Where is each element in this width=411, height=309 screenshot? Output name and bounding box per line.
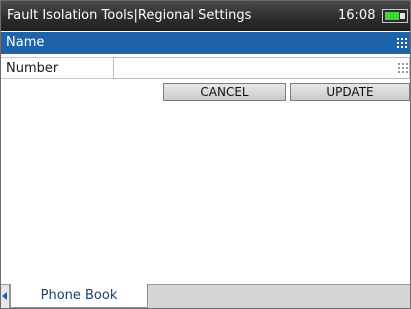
number-label: Number [6,61,59,76]
keyboard-icon[interactable] [397,38,407,48]
name-label: Name [6,35,45,50]
window-title: Fault Isolation Tools|Regional Settings [7,8,252,23]
arrow-left-icon [2,292,7,300]
tab-scroll-left-button[interactable] [1,285,10,308]
tab-phone-book[interactable]: Phone Book [10,284,148,308]
tab-label: Phone Book [40,288,118,303]
keyboard-icon[interactable] [398,63,408,73]
battery-level [385,12,399,20]
battery-cap [400,13,405,19]
number-field[interactable] [113,57,410,79]
update-button[interactable]: UPDATE [290,83,410,101]
title-bar: Fault Isolation Tools|Regional Settings … [1,1,410,31]
cancel-button[interactable]: CANCEL [163,83,286,101]
clock: 16:08 [338,8,376,23]
number-row[interactable]: Number [1,57,410,79]
name-row[interactable]: Name [1,32,410,54]
app-window: Fault Isolation Tools|Regional Settings … [0,0,411,309]
battery-charging-icon [382,9,408,23]
